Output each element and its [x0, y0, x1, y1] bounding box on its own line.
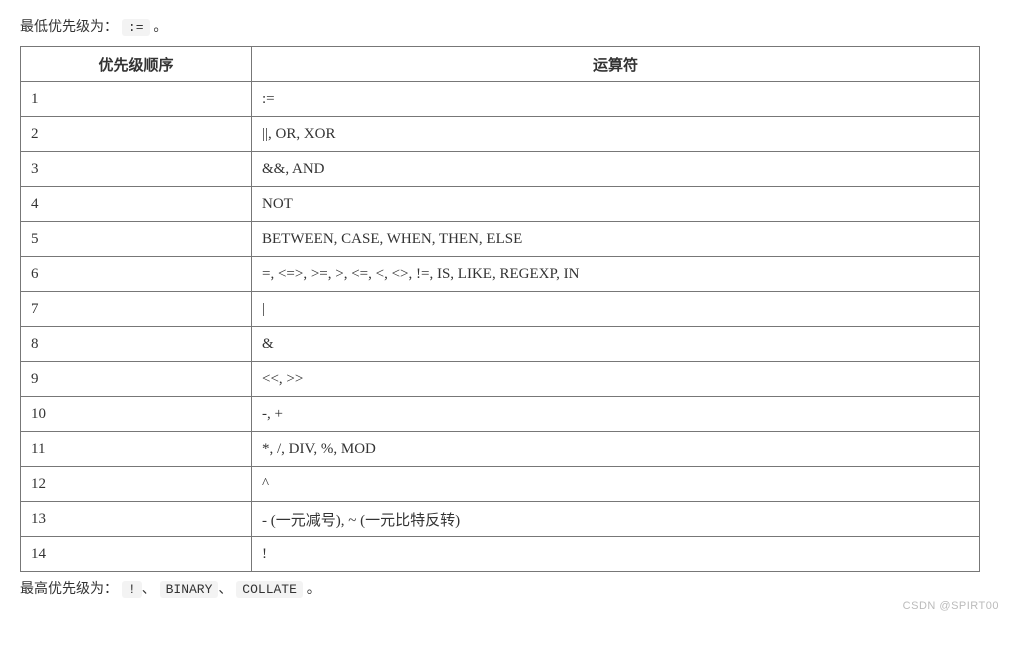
header-operator: 运算符 — [252, 47, 980, 82]
cell-priority: 1 — [21, 82, 252, 117]
highest-priority-code-3: COLLATE — [236, 581, 303, 598]
table-row: 14 ! — [21, 537, 980, 572]
csdn-watermark: CSDN @SPIRT00 — [903, 600, 999, 612]
cell-priority: 5 — [21, 222, 252, 257]
cell-operator: ! — [252, 537, 980, 572]
highest-priority-prefix: 最高优先级为： — [20, 580, 118, 596]
table-row: 12 ^ — [21, 467, 980, 502]
highest-priority-line: 最高优先级为： !、 BINARY、 COLLATE 。 — [20, 578, 999, 598]
cell-operator: - (一元减号), ~ (一元比特反转) — [252, 502, 980, 537]
cell-operator: | — [252, 292, 980, 327]
cell-operator: NOT — [252, 187, 980, 222]
table-row: 2 ||, OR, XOR — [21, 117, 980, 152]
table-row: 4 NOT — [21, 187, 980, 222]
cell-priority: 12 — [21, 467, 252, 502]
table-row: 13 - (一元减号), ~ (一元比特反转) — [21, 502, 980, 537]
cell-operator: ||, OR, XOR — [252, 117, 980, 152]
table-header-row: 优先级顺序 运算符 — [21, 47, 980, 82]
cell-priority: 13 — [21, 502, 252, 537]
table-row: 5 BETWEEN, CASE, WHEN, THEN, ELSE — [21, 222, 980, 257]
operator-priority-table: 优先级顺序 运算符 1 := 2 ||, OR, XOR 3 &&, AND 4… — [20, 46, 980, 572]
cell-priority: 14 — [21, 537, 252, 572]
cell-priority: 6 — [21, 257, 252, 292]
table-row: 6 =, <=>, >=, >, <=, <, <>, !=, IS, LIKE… — [21, 257, 980, 292]
lowest-priority-prefix: 最低优先级为： — [20, 18, 118, 34]
cell-priority: 4 — [21, 187, 252, 222]
table-row: 9 <<, >> — [21, 362, 980, 397]
cell-priority: 7 — [21, 292, 252, 327]
cell-priority: 3 — [21, 152, 252, 187]
highest-priority-suffix: 。 — [307, 580, 321, 596]
sep-1: 、 — [142, 580, 156, 596]
cell-priority: 10 — [21, 397, 252, 432]
cell-operator: := — [252, 82, 980, 117]
header-priority: 优先级顺序 — [21, 47, 252, 82]
table-row: 1 := — [21, 82, 980, 117]
cell-priority: 8 — [21, 327, 252, 362]
cell-priority: 2 — [21, 117, 252, 152]
lowest-priority-suffix: 。 — [153, 18, 167, 34]
cell-priority: 9 — [21, 362, 252, 397]
cell-operator: <<, >> — [252, 362, 980, 397]
table-row: 7 | — [21, 292, 980, 327]
table-row: 8 & — [21, 327, 980, 362]
highest-priority-code-1: ! — [122, 581, 142, 598]
table-row: 3 &&, AND — [21, 152, 980, 187]
lowest-priority-line: 最低优先级为： := 。 — [20, 16, 999, 36]
cell-priority: 11 — [21, 432, 252, 467]
cell-operator: BETWEEN, CASE, WHEN, THEN, ELSE — [252, 222, 980, 257]
table-row: 11 *, /, DIV, %, MOD — [21, 432, 980, 467]
cell-operator: *, /, DIV, %, MOD — [252, 432, 980, 467]
lowest-priority-code: := — [122, 19, 150, 36]
table-row: 10 -, + — [21, 397, 980, 432]
cell-operator: & — [252, 327, 980, 362]
cell-operator: &&, AND — [252, 152, 980, 187]
sep-2: 、 — [218, 580, 232, 596]
highest-priority-code-2: BINARY — [160, 581, 219, 598]
cell-operator: ^ — [252, 467, 980, 502]
cell-operator: =, <=>, >=, >, <=, <, <>, !=, IS, LIKE, … — [252, 257, 980, 292]
cell-operator: -, + — [252, 397, 980, 432]
